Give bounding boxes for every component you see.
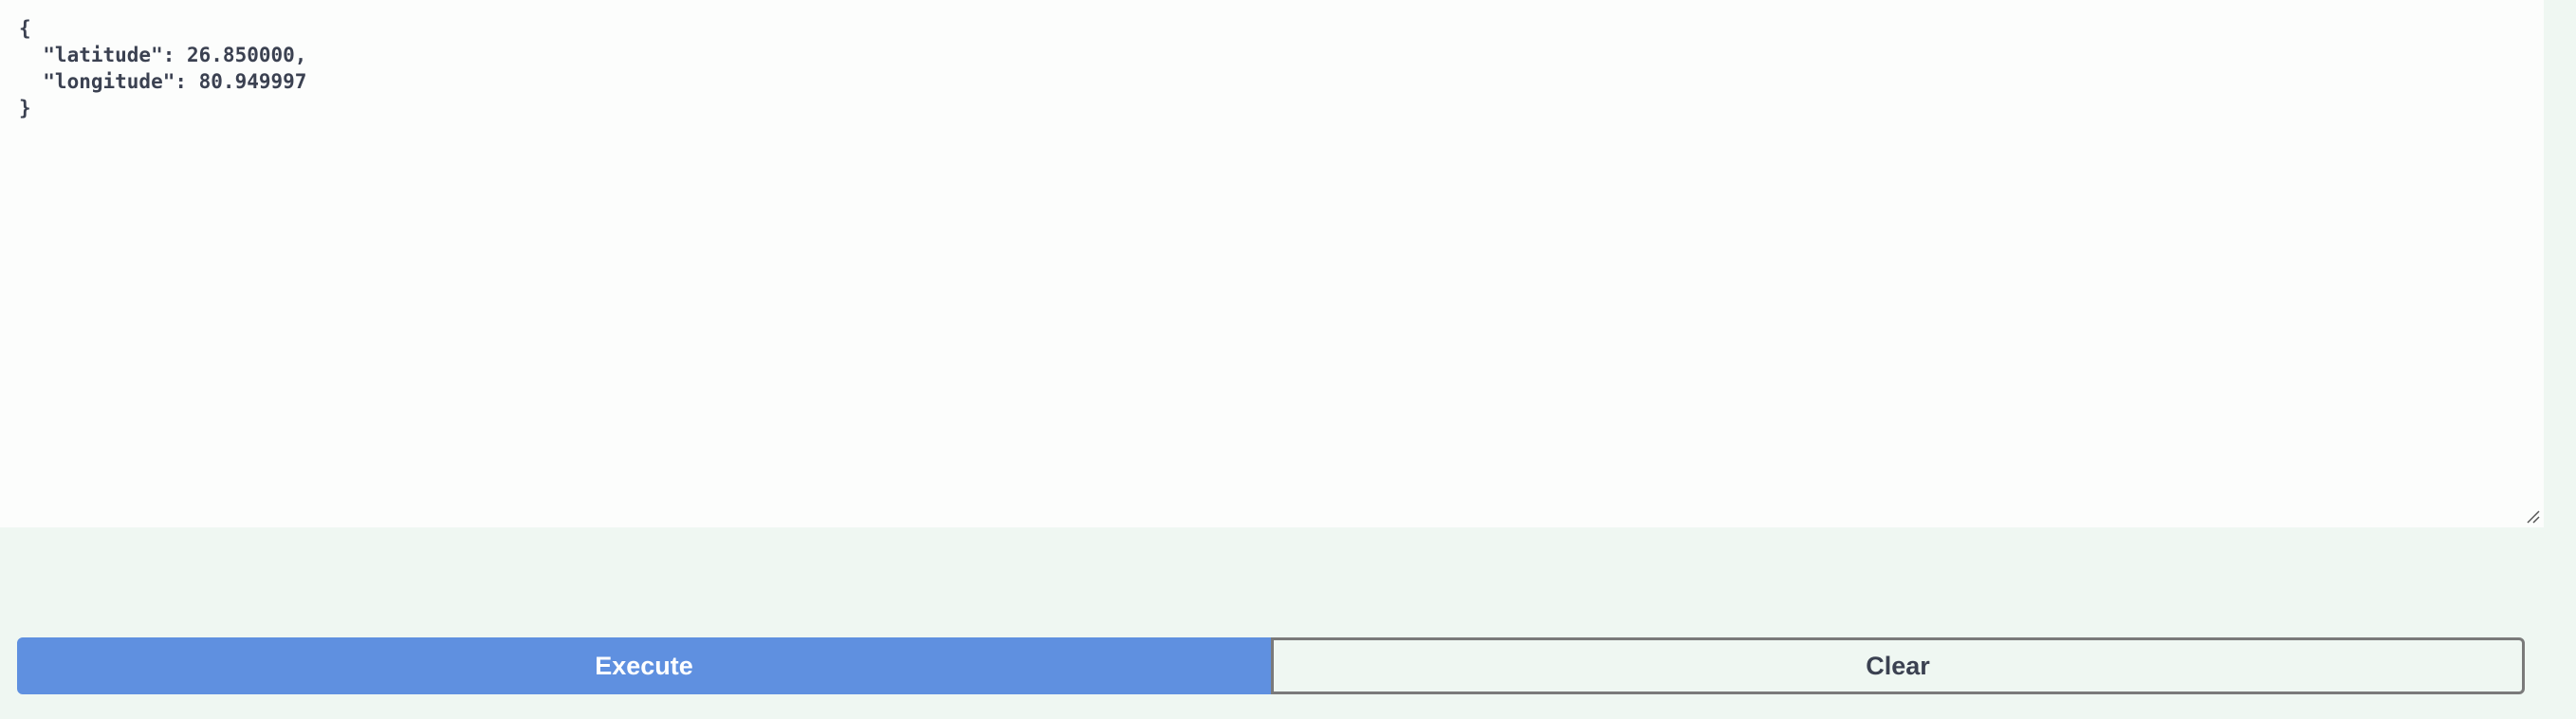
execute-button[interactable]: Execute bbox=[17, 637, 1271, 694]
request-body-json[interactable]: { "latitude": 26.850000, "longitude": 80… bbox=[0, 0, 2544, 137]
execute-wrapper: Execute Clear bbox=[17, 637, 2525, 694]
request-body-textarea[interactable]: { "latitude": 26.850000, "longitude": 80… bbox=[0, 0, 2544, 527]
clear-button[interactable]: Clear bbox=[1271, 637, 2525, 694]
resize-handle-icon[interactable] bbox=[2527, 510, 2540, 524]
try-it-out-panel: { "latitude": 26.850000, "longitude": 80… bbox=[0, 0, 2576, 719]
